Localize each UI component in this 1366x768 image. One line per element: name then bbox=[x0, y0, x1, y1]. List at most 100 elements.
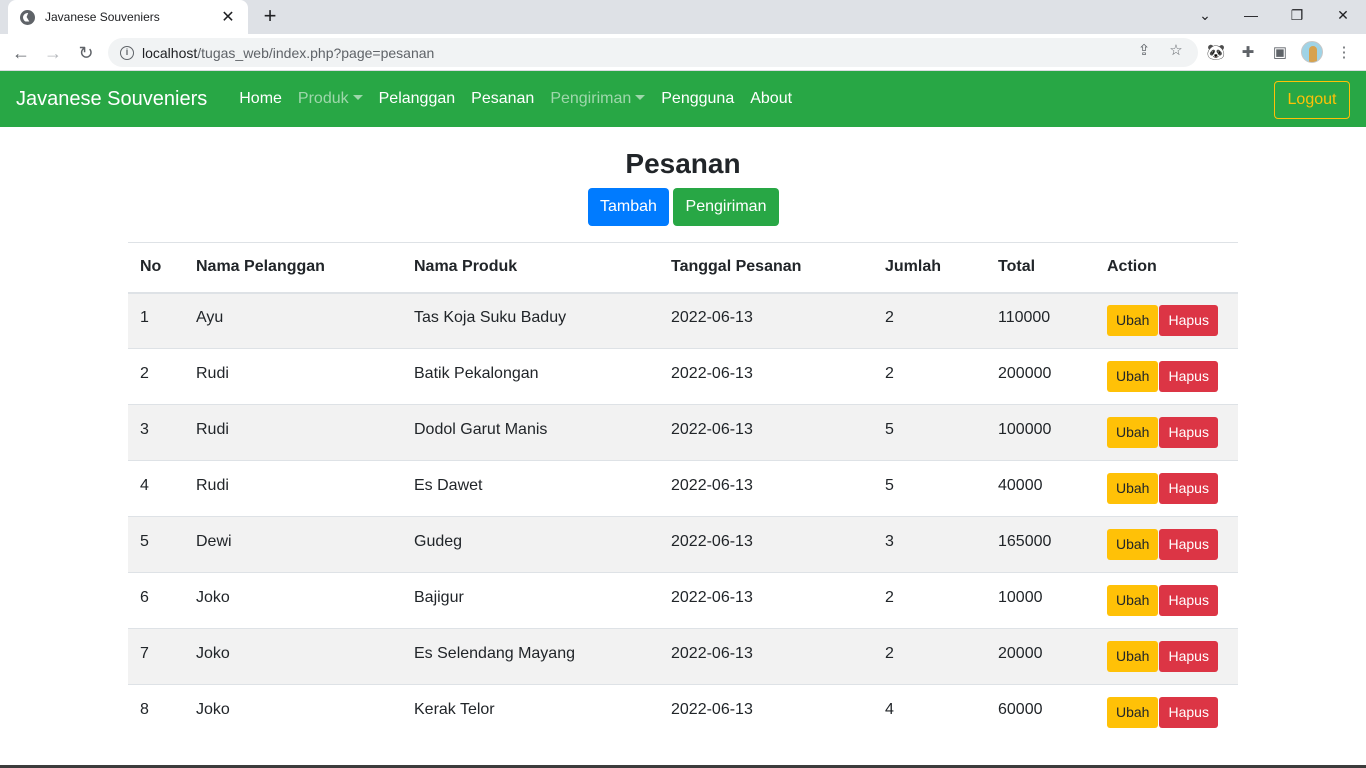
nav-pengguna[interactable]: Pengguna bbox=[653, 82, 742, 116]
shipping-button[interactable]: Pengiriman bbox=[673, 188, 779, 226]
cell-total: 110000 bbox=[998, 308, 1051, 326]
menu-kebab-icon[interactable]: ⋮ bbox=[1334, 42, 1354, 62]
edit-button[interactable]: Ubah bbox=[1107, 529, 1159, 560]
window-close-icon[interactable]: ✕ bbox=[1320, 0, 1366, 30]
nav-home[interactable]: Home bbox=[231, 82, 290, 116]
minimize-icon[interactable]: — bbox=[1228, 0, 1274, 30]
cell-pelanggan: Rudi bbox=[196, 476, 229, 494]
cell-total: 10000 bbox=[998, 588, 1043, 606]
table-row: 4 Rudi Es Dawet 2022-06-13 5 40000 Ubah H… bbox=[128, 460, 1238, 517]
delete-button[interactable]: Hapus bbox=[1159, 641, 1218, 672]
new-tab-icon[interactable]: + bbox=[258, 4, 282, 28]
cell-produk: Bajigur bbox=[414, 588, 464, 606]
caret-down-icon bbox=[635, 95, 646, 100]
table-row: 2 Rudi Batik Pekalongan 2022-06-13 2 200… bbox=[128, 348, 1238, 405]
edit-button[interactable]: Ubah bbox=[1107, 473, 1159, 504]
url-host: localhost bbox=[142, 44, 198, 61]
brand[interactable]: Javanese Souveniers bbox=[16, 88, 207, 111]
tab-title: Javanese Souveniers bbox=[45, 10, 160, 24]
url-field[interactable]: i localhost/tugas_web/index.php?page=pes… bbox=[108, 38, 1198, 67]
header-tanggal-pesanan: Tanggal Pesanan bbox=[659, 242, 873, 294]
header-total: Total bbox=[986, 242, 1095, 294]
back-icon[interactable]: ← bbox=[8, 40, 34, 66]
delete-button[interactable]: Hapus bbox=[1159, 417, 1218, 448]
cell-produk: Es Selendang Mayang bbox=[414, 644, 575, 662]
reload-icon[interactable]: ↻ bbox=[73, 40, 99, 66]
browser-tab[interactable]: Javanese Souveniers ✕ bbox=[8, 0, 248, 34]
nav-produk-label: Produk bbox=[297, 90, 349, 107]
cell-produk: Tas Koja Suku Baduy bbox=[414, 308, 567, 326]
bookmark-star-icon[interactable]: ☆ bbox=[1167, 42, 1185, 60]
caret-down-icon bbox=[352, 95, 363, 100]
cell-tanggal: 2022-06-13 bbox=[671, 308, 753, 326]
edit-button[interactable]: Ubah bbox=[1107, 305, 1159, 337]
cell-jumlah: 2 bbox=[885, 588, 894, 606]
tab-search-icon[interactable]: ⌄ bbox=[1182, 0, 1228, 30]
profile-avatar[interactable] bbox=[1301, 41, 1323, 63]
cell-no: 6 bbox=[140, 588, 149, 606]
table-row: 5 Dewi Gudeg 2022-06-13 3 165000 Ubah Hap… bbox=[128, 516, 1238, 573]
cell-pelanggan: Rudi bbox=[196, 364, 229, 382]
browser-tab-bar: Javanese Souveniers ✕ + ⌄ — ❐ ✕ bbox=[0, 0, 1366, 34]
cell-tanggal: 2022-06-13 bbox=[671, 532, 753, 550]
panda-extension-icon[interactable]: 🐼 bbox=[1206, 42, 1226, 62]
table-header-row: No Nama Pelanggan Nama Produk Tanggal Pe… bbox=[128, 242, 1238, 294]
cell-pelanggan: Joko bbox=[196, 588, 230, 606]
cell-produk: Es Dawet bbox=[414, 476, 483, 494]
edit-button[interactable]: Ubah bbox=[1107, 697, 1159, 729]
delete-button[interactable]: Hapus bbox=[1159, 529, 1218, 560]
delete-button[interactable]: Hapus bbox=[1159, 473, 1218, 504]
side-panel-icon[interactable]: ▣ bbox=[1270, 42, 1290, 62]
add-button[interactable]: Tambah bbox=[588, 188, 669, 226]
nav-pengiriman-dropdown[interactable]: Pengiriman bbox=[542, 82, 653, 116]
nav-about[interactable]: About bbox=[742, 82, 800, 116]
cell-jumlah: 4 bbox=[885, 700, 894, 718]
cell-tanggal: 2022-06-13 bbox=[671, 364, 753, 382]
cell-pelanggan: Joko bbox=[196, 700, 230, 718]
forward-icon[interactable]: → bbox=[40, 40, 66, 66]
cell-total: 40000 bbox=[998, 476, 1043, 494]
header-nama-produk: Nama Produk bbox=[402, 242, 659, 294]
delete-button[interactable]: Hapus bbox=[1159, 305, 1218, 337]
header-nama-pelanggan: Nama Pelanggan bbox=[184, 242, 402, 294]
logout-button[interactable]: Logout bbox=[1274, 81, 1350, 119]
cell-total: 165000 bbox=[998, 532, 1052, 550]
cell-jumlah: 2 bbox=[885, 364, 894, 382]
cell-pelanggan: Dewi bbox=[196, 532, 232, 550]
edit-button[interactable]: Ubah bbox=[1107, 361, 1159, 392]
cell-tanggal: 2022-06-13 bbox=[671, 476, 753, 494]
table-row: 6 Joko Bajigur 2022-06-13 2 10000 Ubah Ha… bbox=[128, 572, 1238, 629]
page-title: Pesanan bbox=[625, 148, 741, 179]
header-jumlah: Jumlah bbox=[873, 242, 986, 294]
table-row: 1 Ayu Tas Koja Suku Baduy 2022-06-13 2 1… bbox=[128, 292, 1238, 349]
delete-button[interactable]: Hapus bbox=[1159, 361, 1218, 392]
cell-no: 3 bbox=[140, 420, 149, 438]
site-info-icon[interactable]: i bbox=[120, 45, 134, 60]
table-row: 3 Rudi Dodol Garut Manis 2022-06-13 5 10… bbox=[128, 404, 1238, 461]
cell-tanggal: 2022-06-13 bbox=[671, 644, 753, 662]
delete-button[interactable]: Hapus bbox=[1159, 585, 1218, 616]
cell-produk: Batik Pekalongan bbox=[414, 364, 539, 382]
cell-no: 8 bbox=[140, 700, 149, 718]
table-row: 7 Joko Es Selendang Mayang 2022-06-13 2 … bbox=[128, 628, 1238, 685]
close-tab-icon[interactable]: ✕ bbox=[220, 7, 236, 27]
nav-pesanan[interactable]: Pesanan bbox=[463, 82, 542, 116]
cell-jumlah: 2 bbox=[885, 308, 894, 326]
cell-tanggal: 2022-06-13 bbox=[671, 420, 753, 438]
cell-no: 1 bbox=[140, 308, 149, 326]
cell-jumlah: 3 bbox=[885, 532, 894, 550]
cell-no: 5 bbox=[140, 532, 149, 550]
edit-button[interactable]: Ubah bbox=[1107, 641, 1159, 672]
cell-no: 2 bbox=[140, 364, 149, 382]
delete-button[interactable]: Hapus bbox=[1159, 697, 1218, 729]
extensions-puzzle-icon[interactable]: ✚ bbox=[1238, 42, 1258, 62]
nav-produk-dropdown[interactable]: Produk bbox=[290, 82, 371, 116]
cell-total: 60000 bbox=[998, 700, 1043, 718]
nav-pelanggan[interactable]: Pelanggan bbox=[371, 82, 464, 116]
cell-pelanggan: Rudi bbox=[196, 420, 229, 438]
edit-button[interactable]: Ubah bbox=[1107, 417, 1159, 448]
share-icon[interactable]: ⇪ bbox=[1135, 42, 1153, 60]
restore-icon[interactable]: ❐ bbox=[1274, 0, 1320, 30]
cell-pelanggan: Joko bbox=[196, 644, 230, 662]
edit-button[interactable]: Ubah bbox=[1107, 585, 1159, 616]
